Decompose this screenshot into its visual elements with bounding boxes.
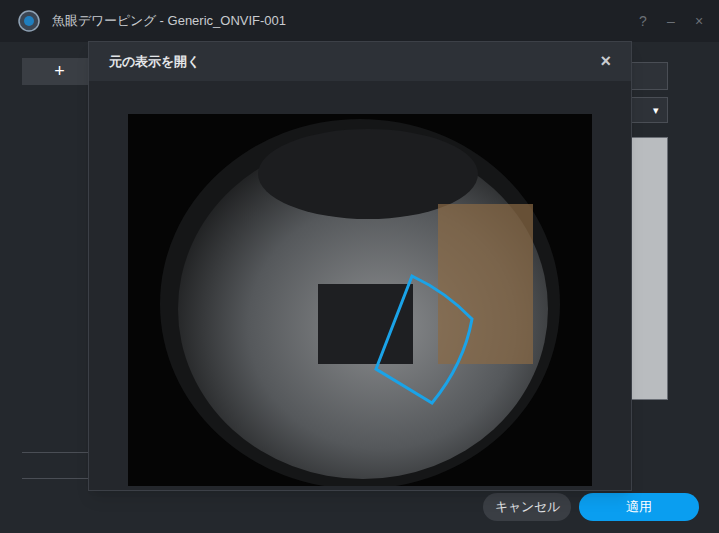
app-window: 魚眼デワーピング - Generic_ONVIF-001?–×+▾キャンセル適用… bbox=[0, 0, 719, 533]
close-button[interactable]: × bbox=[600, 48, 611, 75]
window-control[interactable]: ? bbox=[637, 11, 649, 32]
original-view-dialog: 元の表示を開く × bbox=[88, 41, 632, 491]
window-control[interactable]: – bbox=[665, 11, 677, 32]
dewarp-region-outline[interactable] bbox=[376, 276, 472, 403]
window-title: 魚眼デワーピング - Generic_ONVIF-001 bbox=[52, 11, 286, 31]
add-button[interactable]: + bbox=[22, 58, 97, 85]
title-bar: 魚眼デワーピング - Generic_ONVIF-001?–× bbox=[0, 0, 719, 42]
fisheye-view bbox=[128, 114, 592, 486]
window-control[interactable]: × bbox=[693, 11, 705, 32]
apply-button[interactable]: 適用 bbox=[579, 493, 699, 521]
bottom-bar: キャンセル適用 bbox=[0, 485, 719, 533]
dialog-title: 元の表示を開く bbox=[109, 52, 200, 72]
dialog-header: 元の表示を開く × bbox=[89, 42, 631, 81]
cancel-button[interactable]: キャンセル bbox=[483, 493, 571, 521]
app-logo-icon bbox=[18, 10, 40, 32]
fisheye-image-icon bbox=[128, 114, 592, 486]
